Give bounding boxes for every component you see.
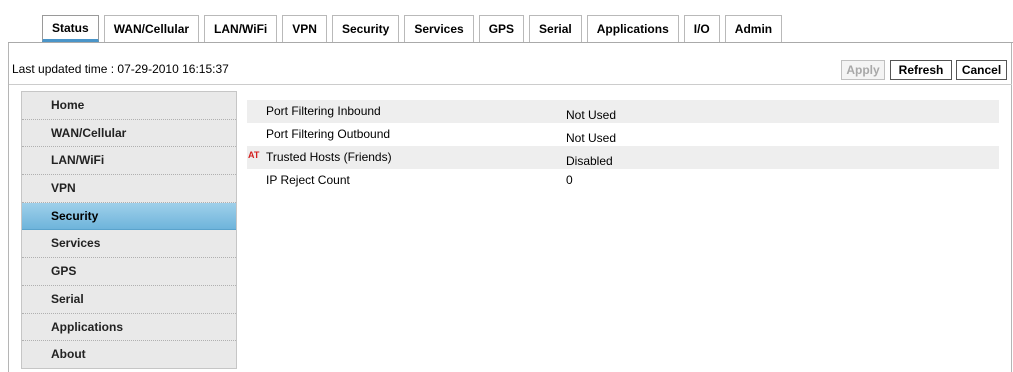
- tab-gps[interactable]: GPS: [478, 15, 525, 42]
- last-updated-text: Last updated time : 07-29-2010 16:15:37: [12, 62, 229, 76]
- nav-item-home[interactable]: Home: [22, 92, 236, 120]
- at-marker: AT: [248, 150, 260, 160]
- row-label: Port Filtering Outbound: [266, 127, 391, 141]
- row-value: Not Used: [566, 108, 617, 122]
- row-value: Not Used: [566, 131, 617, 145]
- tab-status[interactable]: Status: [42, 15, 99, 42]
- table-row: Port Filtering Outbound Not Used: [247, 123, 999, 146]
- nav-item-lan-wifi[interactable]: LAN/WiFi: [22, 147, 236, 176]
- nav-item-wan-cellular[interactable]: WAN/Cellular: [22, 120, 236, 148]
- nav-item-serial[interactable]: Serial: [22, 286, 236, 314]
- row-label: Port Filtering Inbound: [266, 104, 381, 118]
- row-value: Disabled: [566, 154, 613, 168]
- row-value: 0: [566, 173, 573, 187]
- table-row: IP Reject Count 0: [247, 169, 999, 192]
- tab-security[interactable]: Security: [331, 15, 400, 42]
- row-label: IP Reject Count: [266, 173, 350, 187]
- tab-admin[interactable]: Admin: [724, 15, 783, 42]
- tab-lan-wifi[interactable]: LAN/WiFi: [204, 15, 278, 42]
- header-divider: [9, 84, 1012, 85]
- tab-vpn[interactable]: VPN: [282, 15, 327, 42]
- top-tab-bar: Status WAN/Cellular LAN/WiFi VPN Securit…: [42, 14, 787, 42]
- tab-serial[interactable]: Serial: [529, 15, 582, 42]
- nav-item-services[interactable]: Services: [22, 230, 236, 259]
- row-label: Trusted Hosts (Friends): [266, 150, 392, 164]
- cancel-button[interactable]: Cancel: [956, 60, 1007, 80]
- refresh-button[interactable]: Refresh: [890, 60, 952, 80]
- side-nav: Home WAN/Cellular LAN/WiFi VPN Security …: [21, 91, 237, 369]
- table-row: AT Trusted Hosts (Friends) Disabled: [247, 146, 999, 169]
- nav-item-gps[interactable]: GPS: [22, 258, 236, 286]
- security-status-table: Port Filtering Inbound Not Used Port Fil…: [247, 100, 999, 192]
- table-row: Port Filtering Inbound Not Used: [247, 100, 999, 123]
- nav-item-about[interactable]: About: [22, 341, 236, 369]
- tab-wan-cellular[interactable]: WAN/Cellular: [103, 15, 200, 42]
- nav-item-vpn[interactable]: VPN: [22, 175, 236, 203]
- apply-button[interactable]: Apply: [841, 60, 885, 80]
- tab-applications[interactable]: Applications: [586, 15, 679, 42]
- tab-io[interactable]: I/O: [683, 15, 720, 42]
- nav-item-applications[interactable]: Applications: [22, 314, 236, 342]
- nav-item-security[interactable]: Security: [22, 202, 236, 231]
- tab-services[interactable]: Services: [404, 15, 474, 42]
